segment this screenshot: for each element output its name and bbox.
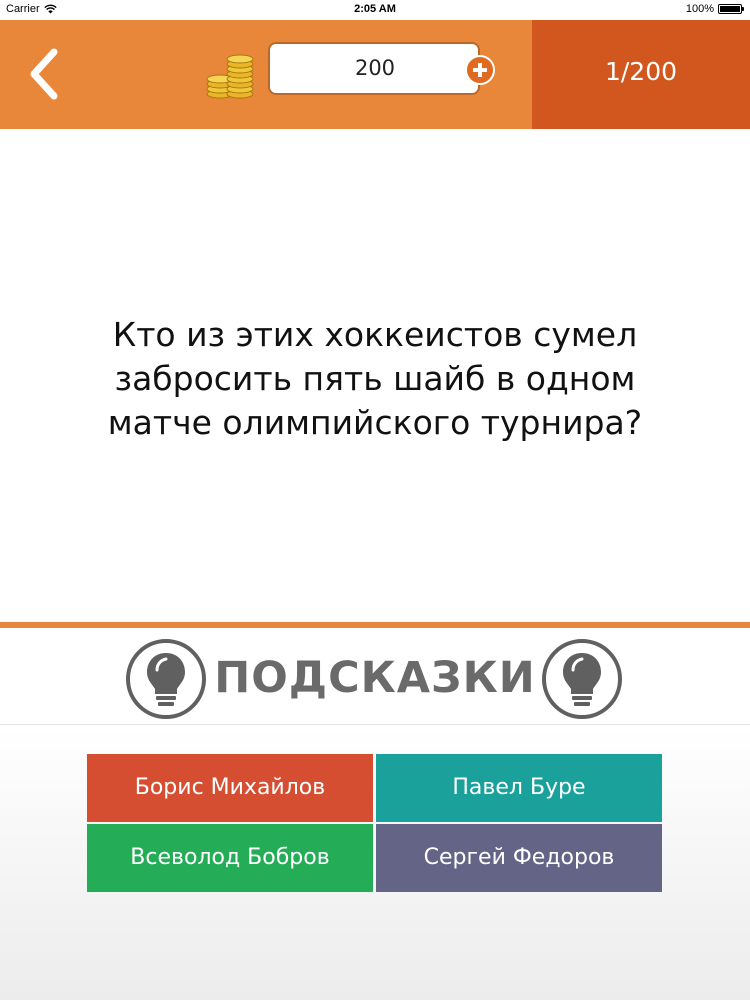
- answer-button-4[interactable]: Сергей Федоров: [376, 824, 662, 892]
- question-text: Кто из этих хоккеистов сумел забросить п…: [60, 313, 690, 445]
- chevron-left-icon: [30, 48, 58, 100]
- question-line-2: забросить пять шайб в одном: [114, 359, 636, 398]
- battery-icon: [718, 4, 744, 14]
- answers-panel: Борис Михайлов Павел Буре Всеволод Бобро…: [0, 726, 750, 1000]
- battery-status: 100%: [685, 3, 744, 15]
- question-panel: Кто из этих хоккеистов сумел забросить п…: [0, 129, 750, 622]
- answer-button-1[interactable]: Борис Михайлов: [87, 754, 373, 822]
- hint-button-right[interactable]: [541, 638, 623, 720]
- coins-balance-field: 200: [268, 42, 480, 95]
- lightbulb-icon: [126, 639, 206, 719]
- coins-balance: 200: [354, 56, 396, 80]
- status-bar: Carrier 2:05 AM 100%: [0, 0, 750, 20]
- answer-button-2[interactable]: Павел Буре: [376, 754, 662, 822]
- back-button[interactable]: [22, 46, 72, 102]
- coin-stack-icon: [206, 54, 254, 99]
- hints-bar: ПОДСКАЗКИ: [0, 628, 750, 725]
- hints-label: ПОДСКАЗКИ: [214, 653, 536, 703]
- answer-button-3[interactable]: Всеволод Бобров: [87, 824, 373, 892]
- lightbulb-icon: [542, 639, 622, 719]
- question-counter: 1/200: [604, 57, 678, 86]
- top-bar: 200 1/200: [0, 20, 750, 129]
- hint-button-left[interactable]: [125, 638, 207, 720]
- status-time: 2:05 AM: [354, 3, 396, 15]
- question-line-3: матче олимпийского турнира?: [107, 403, 643, 442]
- question-line-1: Кто из этих хоккеистов сумел: [112, 315, 638, 354]
- add-coins-button[interactable]: [465, 55, 495, 85]
- question-progress: 1/200: [532, 20, 750, 129]
- battery-percent: 100%: [685, 3, 714, 15]
